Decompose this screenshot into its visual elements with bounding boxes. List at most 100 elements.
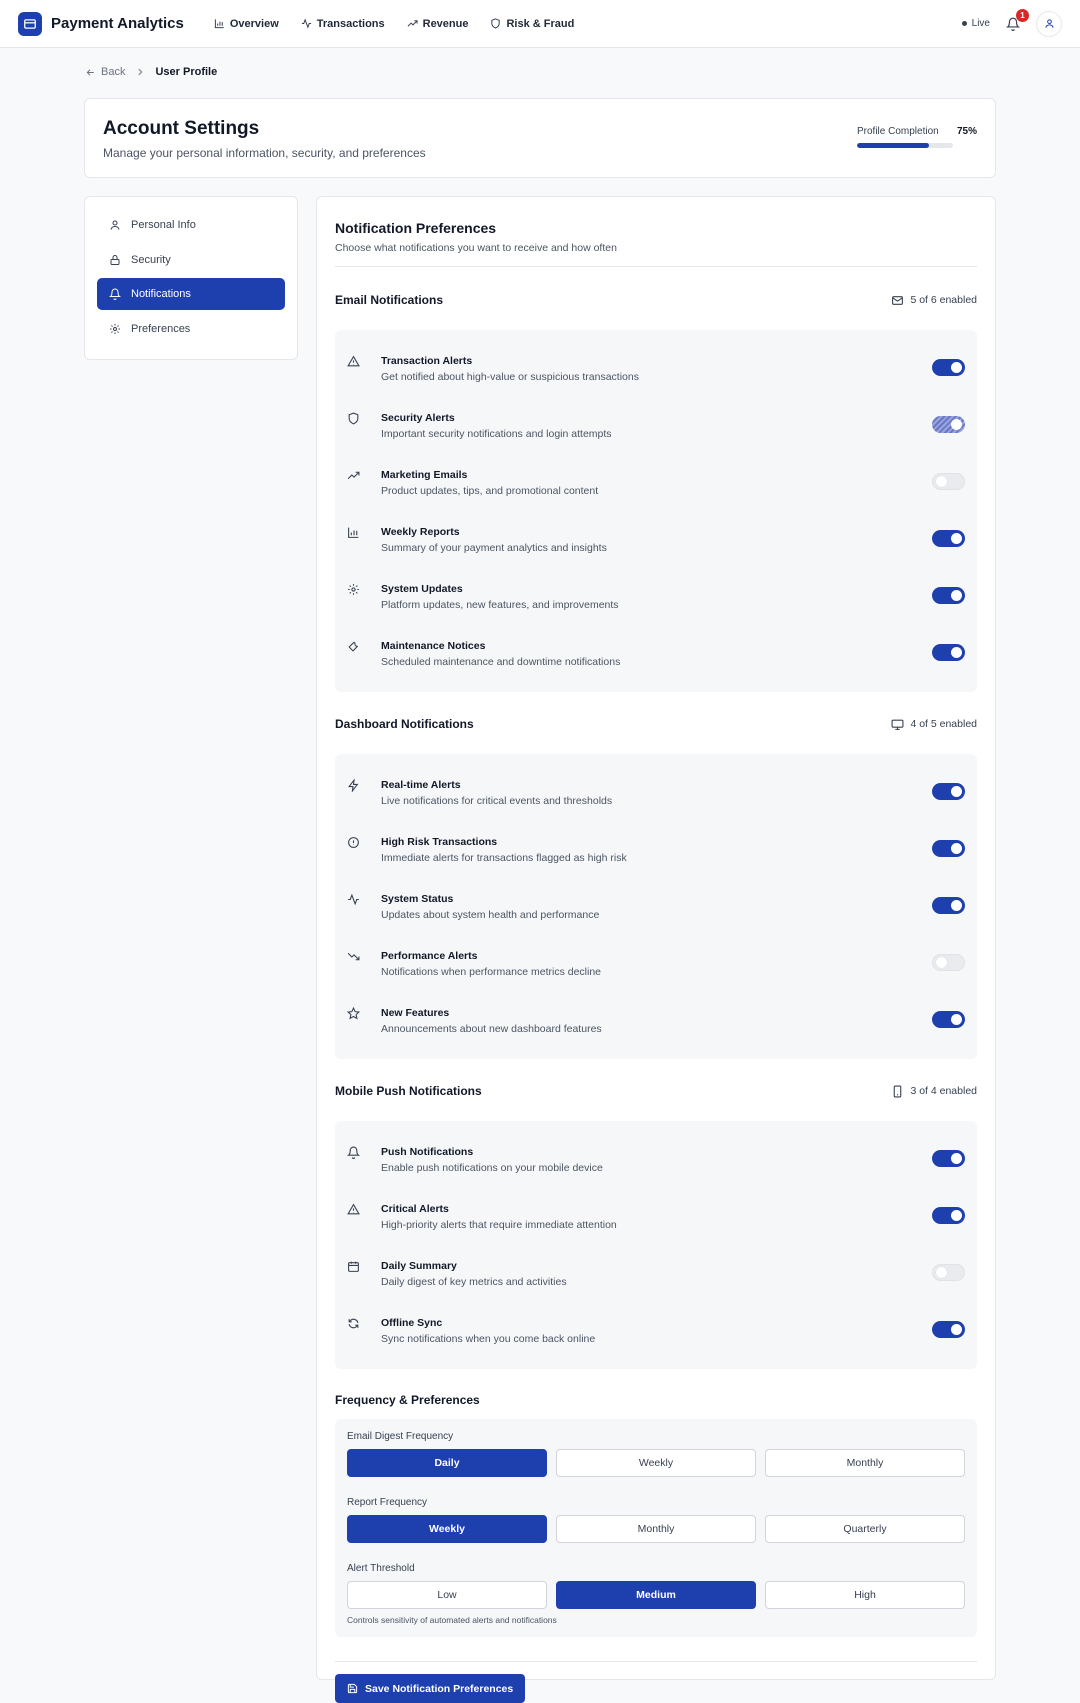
email-digest-option[interactable]: Weekly	[556, 1449, 756, 1477]
sidebar-item-label: Personal Info	[131, 219, 196, 231]
row-title: Performance Alerts	[381, 949, 478, 962]
user-icon	[1044, 18, 1055, 29]
activity-icon	[301, 18, 312, 29]
alert-threshold-option[interactable]: Medium	[556, 1581, 756, 1609]
report-frequency-option[interactable]: Quarterly	[765, 1515, 965, 1543]
alert-threshold-hint: Controls sensitivity of automated alerts…	[347, 1615, 557, 1625]
sidebar-item-personal-info[interactable]: Personal Info	[97, 209, 285, 241]
system-status-toggle[interactable]	[932, 897, 965, 914]
notification-preferences-panel: Notification Preferences Choose what not…	[316, 196, 996, 1703]
back-link[interactable]: Back	[85, 66, 125, 78]
nav-transactions-label: Transactions	[316, 17, 385, 30]
sidebar-item-preferences[interactable]: Preferences	[97, 313, 285, 345]
nav-transactions[interactable]: Transactions	[301, 18, 385, 30]
toggle-knob	[951, 647, 962, 658]
sidebar-item-notifications[interactable]: Notifications	[97, 278, 285, 310]
list-item: New Features Announcements about new dash…	[347, 992, 965, 1049]
list-item: Push Notifications Enable push notificati…	[347, 1131, 965, 1188]
list-item: System Updates Platform updates, new feat…	[347, 568, 965, 625]
row-description: High-priority alerts that require immedi…	[381, 1218, 617, 1231]
shield-icon	[347, 412, 369, 425]
settings-sidebar: Personal Info Security Notifications Pre…	[84, 196, 298, 360]
toggle-knob	[951, 1324, 962, 1335]
list-item: System Status Updates about system health…	[347, 878, 965, 935]
count-label: 5 of 6 enabled	[910, 294, 977, 306]
section-title: Dashboard Notifications	[335, 717, 474, 731]
page-title: Account Settings	[103, 118, 260, 139]
nav-risk-fraud[interactable]: Risk & Fraud	[490, 18, 574, 30]
chevron-right-icon	[135, 67, 145, 77]
lock-icon	[109, 254, 121, 266]
report-frequency-option[interactable]: Weekly	[347, 1515, 547, 1543]
live-label: Live	[971, 18, 990, 29]
gear-icon	[109, 323, 121, 335]
row-description: Product updates, tips, and promotional c…	[381, 484, 599, 497]
marketing-emails-toggle[interactable]	[932, 473, 965, 490]
transaction-alerts-toggle[interactable]	[932, 359, 965, 376]
toggle-knob	[951, 362, 962, 373]
email-digest-option[interactable]: Daily	[347, 1449, 547, 1477]
row-description: Sync notifications when you come back on…	[381, 1332, 596, 1345]
list-item: Daily Summary Daily digest of key metrics…	[347, 1245, 965, 1302]
row-description: Notifications when performance metrics d…	[381, 965, 602, 978]
toggle-knob	[951, 590, 962, 601]
row-title: System Status	[381, 892, 454, 905]
count-label: 3 of 4 enabled	[910, 1085, 977, 1097]
alert-threshold-option[interactable]: Low	[347, 1581, 547, 1609]
security-alerts-toggle[interactable]	[932, 416, 965, 433]
nav-overview[interactable]: Overview	[214, 18, 279, 30]
row-title: Marketing Emails	[381, 468, 468, 481]
report-frequency-selector: Weekly Monthly Quarterly	[347, 1515, 965, 1543]
frequency-preferences-box: Email Digest Frequency Daily Weekly Mont…	[335, 1419, 977, 1637]
alert-triangle-icon	[347, 1203, 369, 1216]
offline-sync-toggle[interactable]	[932, 1321, 965, 1338]
save-notification-preferences-button[interactable]: Save Notification Preferences	[335, 1674, 526, 1703]
row-description: Scheduled maintenance and downtime notif…	[381, 655, 621, 668]
email-section-header: Email Notifications 5 of 6 enabled	[335, 290, 977, 310]
report-frequency-option[interactable]: Monthly	[556, 1515, 756, 1543]
sidebar-item-security[interactable]: Security	[97, 244, 285, 276]
high-risk-transactions-toggle[interactable]	[932, 840, 965, 857]
performance-alerts-toggle[interactable]	[932, 954, 965, 971]
maintenance-notices-toggle[interactable]	[932, 644, 965, 661]
user-avatar-button[interactable]	[1036, 10, 1062, 37]
frequency-section-title: Frequency & Preferences	[335, 1393, 480, 1407]
email-digest-option[interactable]: Monthly	[765, 1449, 965, 1477]
row-title: Weekly Reports	[381, 525, 460, 538]
alert-circle-icon	[347, 836, 369, 849]
alert-threshold-option[interactable]: High	[765, 1581, 965, 1609]
daily-summary-toggle[interactable]	[932, 1264, 965, 1281]
row-title: Real-time Alerts	[381, 778, 461, 791]
system-updates-toggle[interactable]	[932, 587, 965, 604]
push-notifications-toggle[interactable]	[932, 1150, 965, 1167]
nav-revenue[interactable]: Revenue	[407, 18, 468, 30]
sidebar-item-label: Notifications	[131, 288, 191, 300]
activity-icon	[347, 893, 369, 906]
dashboard-notifications-list: Real-time Alerts Live notifications for c…	[335, 754, 977, 1059]
real-time-alerts-toggle[interactable]	[932, 783, 965, 800]
row-description: Summary of your payment analytics and in…	[381, 541, 607, 554]
save-icon	[347, 1683, 358, 1694]
nav-risk-fraud-label: Risk & Fraud	[506, 17, 575, 30]
new-features-toggle[interactable]	[932, 1011, 965, 1028]
brand[interactable]: Payment Analytics	[18, 11, 184, 36]
trending-up-icon	[347, 469, 369, 482]
breadcrumb-current: User Profile	[155, 66, 218, 78]
weekly-reports-toggle[interactable]	[932, 530, 965, 547]
email-notifications-list: Transaction Alerts Get notified about hig…	[335, 330, 977, 692]
calendar-icon	[347, 1260, 369, 1273]
bar-chart-icon	[347, 526, 369, 539]
mobile-notifications-list: Push Notifications Enable push notificati…	[335, 1121, 977, 1369]
row-description: Get notified about high-value or suspici…	[381, 370, 639, 383]
list-item: Performance Alerts Notifications when per…	[347, 935, 965, 992]
section-title: Mobile Push Notifications	[335, 1084, 482, 1098]
notifications-button[interactable]: 1	[1006, 8, 1029, 31]
critical-alerts-toggle[interactable]	[932, 1207, 965, 1224]
back-label: Back	[101, 66, 126, 78]
alert-threshold-selector: Low Medium High	[347, 1581, 965, 1609]
row-description: Live notifications for critical events a…	[381, 794, 613, 807]
gear-icon	[347, 583, 369, 596]
bell-icon	[109, 288, 121, 300]
trending-down-icon	[347, 950, 369, 963]
row-description: Platform updates, new features, and impr…	[381, 598, 619, 611]
